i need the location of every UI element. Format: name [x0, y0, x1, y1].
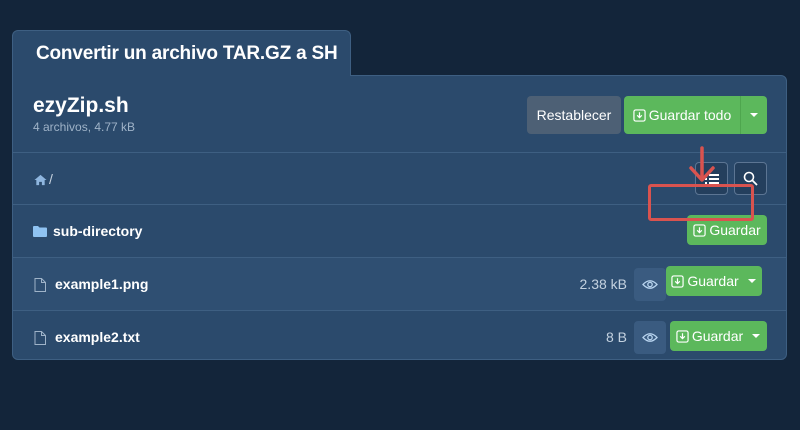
row-save-caret[interactable] — [747, 321, 765, 351]
download-icon — [671, 274, 684, 288]
archive-header: ezyZip.sh 4 archivos, 4.77 kB Restablece… — [13, 76, 786, 153]
row-save-main[interactable]: Guardar — [672, 321, 747, 351]
row-save-main[interactable]: Guardar — [667, 266, 742, 296]
row-name[interactable]: example2.txt — [55, 329, 140, 345]
save-all-caret[interactable] — [741, 96, 767, 134]
row-save-label: Guardar — [687, 273, 739, 289]
file-icon — [34, 278, 46, 292]
eye-icon — [642, 280, 658, 289]
page-title: Convertir un archivo TAR.GZ a SH — [36, 42, 338, 64]
page-title-tab: Convertir un archivo TAR.GZ a SH — [12, 30, 351, 76]
save-all-label: Guardar todo — [648, 107, 732, 123]
row-save-label: Guardar — [709, 222, 761, 238]
breadcrumb-separator: / — [49, 171, 53, 187]
arrow-down-icon — [689, 146, 715, 182]
row-save-button[interactable]: Guardar — [666, 266, 762, 296]
caret-down-icon — [747, 279, 756, 283]
preview-button[interactable] — [634, 268, 666, 301]
preview-button[interactable] — [634, 321, 666, 354]
row-name[interactable]: sub-directory — [53, 223, 142, 239]
eye-icon — [642, 333, 658, 342]
row-size: 8 B — [605, 329, 627, 345]
caret-down-icon — [750, 113, 758, 117]
list-item[interactable]: example2.txt 8 B Guardar — [13, 311, 786, 359]
row-name[interactable]: example1.png — [55, 276, 148, 292]
reset-button[interactable]: Restablecer — [527, 96, 621, 134]
row-save-caret[interactable] — [743, 266, 761, 296]
row-save-button[interactable]: Guardar — [670, 321, 767, 351]
file-icon — [34, 331, 46, 345]
row-size: 2.38 kB — [579, 276, 627, 292]
highlight-box — [648, 184, 754, 221]
reset-button-label: Restablecer — [536, 107, 612, 123]
save-all-button[interactable]: Guardar todo — [624, 96, 767, 134]
caret-down-icon — [752, 334, 761, 338]
download-icon — [633, 108, 646, 122]
download-icon — [676, 329, 689, 343]
folder-icon — [33, 226, 47, 237]
home-icon[interactable] — [34, 174, 47, 186]
list-item[interactable]: example1.png 2.38 kB Guardar — [13, 258, 786, 311]
save-all-main[interactable]: Guardar todo — [624, 96, 741, 134]
archive-name: ezyZip.sh — [33, 94, 129, 117]
tab-join — [13, 74, 350, 77]
archive-meta: 4 archivos, 4.77 kB — [33, 120, 136, 134]
row-save-label: Guardar — [691, 328, 744, 344]
download-icon — [693, 223, 706, 237]
